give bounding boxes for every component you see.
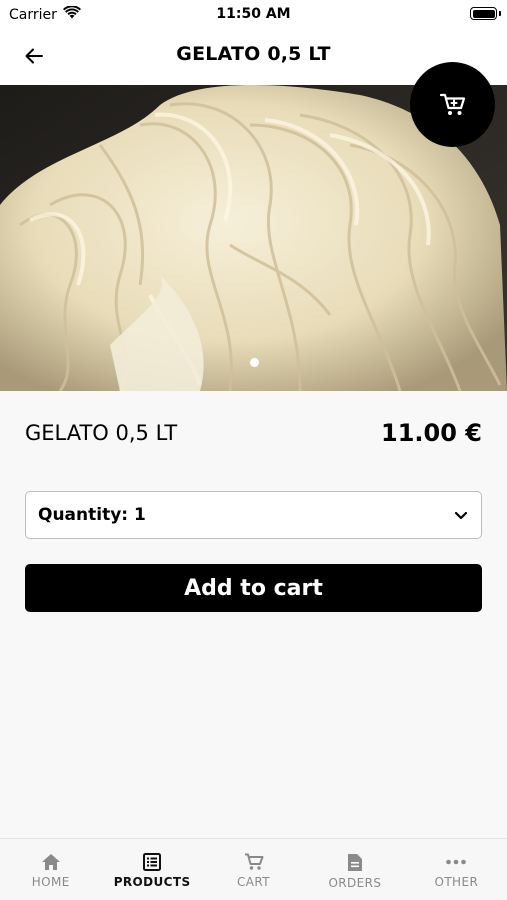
battery-icon	[470, 7, 497, 20]
document-icon	[347, 854, 362, 871]
tab-orders-label: ORDERS	[328, 876, 382, 890]
status-bar: Carrier 11:50 AM	[0, 0, 507, 28]
product-price: 11.00 €	[381, 419, 482, 447]
tab-other-label: OTHER	[434, 875, 479, 889]
list-icon	[143, 853, 162, 871]
bottom-tab-bar: HOME PRODUCTS CART ORDERS OTHER	[0, 838, 507, 900]
tab-other[interactable]: OTHER	[406, 839, 507, 900]
tab-orders[interactable]: ORDERS	[304, 839, 405, 900]
more-icon	[446, 859, 467, 865]
tab-cart-label: CART	[237, 875, 270, 889]
status-time: 11:50 AM	[216, 6, 291, 22]
cart-fab-button[interactable]	[410, 62, 495, 147]
carousel-dot[interactable]	[250, 358, 259, 367]
cart-icon	[439, 93, 465, 115]
tab-products-label: PRODUCTS	[113, 875, 191, 889]
tab-home-label: HOME	[31, 875, 70, 889]
tab-home[interactable]: HOME	[0, 839, 101, 900]
home-icon	[41, 854, 60, 870]
cart-icon	[244, 853, 264, 870]
tab-products[interactable]: PRODUCTS	[101, 839, 202, 900]
add-to-cart-button[interactable]: Add to cart	[25, 564, 482, 612]
quantity-label: Quantity: 1	[38, 505, 146, 525]
quantity-select[interactable]: Quantity: 1	[25, 491, 482, 539]
page-title: GELATO 0,5 LT	[176, 43, 331, 65]
chevron-down-icon	[453, 507, 469, 527]
tab-cart[interactable]: CART	[203, 839, 304, 900]
product-name: GELATO 0,5 LT	[25, 421, 178, 445]
